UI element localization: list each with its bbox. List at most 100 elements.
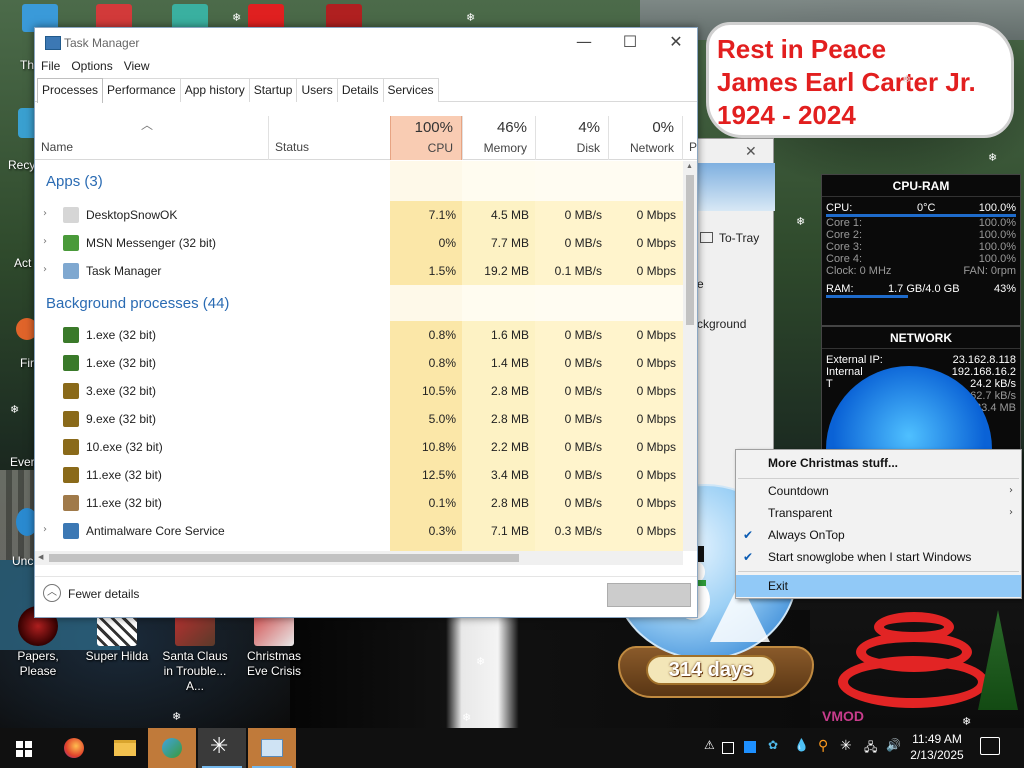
tray-drop-icon[interactable]: 💧	[794, 738, 809, 752]
desktop-edge-label[interactable]: Th	[20, 58, 34, 72]
task-manager-window[interactable]: Task Manager — ☐ ✕ File Options View Pro…	[34, 27, 698, 618]
column-power[interactable]: P	[682, 116, 697, 160]
taskbar-file-explorer[interactable]	[100, 728, 148, 768]
column-disk[interactable]: 4% Disk	[535, 116, 608, 160]
scroll-thumb[interactable]	[49, 554, 519, 562]
menu-item-exit[interactable]: Exit	[736, 575, 1021, 597]
fewer-details-link[interactable]: Fewer details	[68, 587, 139, 601]
column-cpu[interactable]: 100% CPU	[390, 116, 462, 160]
menu-view[interactable]: View	[124, 58, 157, 78]
tray-volume-icon[interactable]: 🔊	[886, 738, 901, 752]
close-button[interactable]: ✕	[653, 28, 699, 58]
maximize-button[interactable]: ☐	[607, 28, 653, 58]
desktop-edge-label[interactable]: Unc	[12, 554, 33, 568]
scroll-up-icon[interactable]: ▲	[686, 163, 693, 170]
tab-startup[interactable]: Startup	[248, 78, 298, 102]
process-row[interactable]: 11.exe (32 bit) 12.5% 3.4 MB 0 MB/s 0 Mbps	[35, 461, 683, 489]
cpu-ram-widget[interactable]: CPU-RAM CPU: 0°C 100.0% Core 1: 100.0% Core…	[821, 174, 1021, 326]
menu-item-countdown[interactable]: Countdown ›	[736, 480, 1021, 502]
process-memory: 19.2 MB	[484, 264, 529, 278]
process-row[interactable]: › Antimalware Core Service 0.3% 7.1 MB 0.3 M…	[35, 517, 683, 545]
process-row[interactable]: 3.exe (32 bit) 10.5% 2.8 MB 0 MB/s 0 Mbps	[35, 377, 683, 405]
chevron-up-icon[interactable]: ︿	[43, 584, 61, 602]
tray-window-icon[interactable]	[722, 742, 734, 754]
menu-item-label: Exit	[768, 579, 789, 593]
menu-item-transparent[interactable]: Transparent ›	[736, 502, 1021, 524]
tab-users[interactable]: Users	[296, 78, 338, 102]
tab-details[interactable]: Details	[336, 78, 384, 102]
process-row[interactable]: 1.exe (32 bit) 0.8% 1.4 MB 0 MB/s 0 Mbps	[35, 349, 683, 377]
chevron-right-icon[interactable]: ›	[43, 208, 47, 219]
process-row[interactable]: 9.exe (32 bit) 5.0% 2.8 MB 0 MB/s 0 Mbps	[35, 405, 683, 433]
tray-msn-icon[interactable]: ✿	[768, 738, 778, 752]
process-icon	[63, 235, 79, 251]
title-bar[interactable]: Task Manager — ☐ ✕	[35, 28, 697, 58]
window-title: Task Manager	[64, 36, 140, 50]
process-name: 9.exe (32 bit)	[86, 412, 157, 426]
process-cpu: 10.5%	[421, 384, 456, 398]
background-window[interactable]: ✕ To-Tray e ckground	[696, 138, 775, 498]
scroll-left-icon[interactable]: ◀	[38, 553, 43, 561]
process-name: 3.exe (32 bit)	[86, 384, 157, 398]
process-cpu: 7.1%	[428, 208, 456, 222]
group-apps[interactable]: Apps (3)	[46, 173, 103, 190]
process-row[interactable]: 10.exe (32 bit) 10.8% 2.2 MB 0 MB/s 0 Mbps	[35, 433, 683, 461]
core-value: 100.0%	[978, 229, 1016, 241]
to-tray-checkbox[interactable]: To-Tray	[700, 231, 759, 245]
task-manager-icon	[45, 36, 61, 50]
desktop-edge-label[interactable]: Fir	[20, 356, 34, 370]
process-network: 0 Mbps	[636, 264, 676, 278]
tab-app-history[interactable]: App history	[179, 78, 250, 102]
start-button[interactable]	[0, 728, 48, 768]
tray-snowflake-icon[interactable]: ✳	[840, 738, 852, 754]
process-row[interactable]: 1.exe (32 bit) 0.8% 1.6 MB 0 MB/s 0 Mbps	[35, 321, 683, 349]
menu-file[interactable]: File	[41, 58, 67, 78]
menu-separator	[738, 478, 1019, 479]
end-task-button[interactable]	[607, 583, 691, 607]
window-text: e	[697, 277, 704, 291]
tray-network-icon[interactable]: 🖧	[864, 738, 877, 759]
desktop-edge-label[interactable]: Recy	[8, 158, 35, 172]
process-row[interactable]: › MSN Messenger (32 bit) 0% 7.7 MB 0 MB/s 0 M…	[35, 229, 683, 257]
chevron-right-icon[interactable]: ›	[43, 264, 47, 275]
taskbar-msn-messenger[interactable]	[148, 728, 196, 768]
vertical-scrollbar[interactable]: ▲	[683, 161, 697, 551]
taskbar-task-manager[interactable]	[248, 728, 296, 768]
process-cpu: 0.8%	[428, 356, 456, 370]
notification-icon[interactable]	[980, 737, 1000, 755]
process-memory: 2.8 MB	[490, 384, 529, 398]
minimize-button[interactable]: —	[561, 28, 607, 58]
column-status-cell[interactable]: Status	[268, 116, 390, 160]
tab-processes[interactable]: Processes	[37, 78, 104, 103]
process-row[interactable]: › Task Manager 1.5% 19.2 MB 0.1 MB/s 0 Mbps	[35, 257, 683, 285]
menu-item-more-christmas[interactable]: More Christmas stuff...	[736, 452, 1021, 474]
tray-alert-icon[interactable]: ⚠	[704, 738, 715, 752]
checkmark-icon: ✔	[743, 550, 754, 564]
taskbar-firefox[interactable]	[50, 728, 98, 768]
taskbar-desktopsnowok[interactable]: ✳	[198, 728, 246, 768]
column-name[interactable]: Name	[41, 140, 73, 154]
menu-item-start-with-windows[interactable]: ✔ Start snowglobe when I start Windows	[736, 546, 1021, 568]
group-background[interactable]: Background processes (44)	[46, 295, 229, 312]
tray-blue-icon[interactable]	[744, 741, 756, 753]
menu-item-label: More Christmas stuff...	[768, 456, 899, 470]
process-row[interactable]: › DesktopSnowOK 7.1% 4.5 MB 0 MB/s 0 Mbps	[35, 201, 683, 229]
desktop-edge-label[interactable]: Act	[14, 256, 31, 270]
menu-options[interactable]: Options	[71, 58, 119, 78]
desktop-edge-label[interactable]: Ever	[10, 455, 35, 469]
column-network[interactable]: 0% Network	[608, 116, 682, 160]
desktop-icon-santa-claus[interactable]: Santa Claus in Trouble... A...	[162, 606, 228, 694]
column-memory[interactable]: 46% Memory	[462, 116, 535, 160]
menu-item-always-ontop[interactable]: ✔ Always OnTop	[736, 524, 1021, 546]
scroll-thumb[interactable]	[686, 175, 694, 325]
horizontal-scrollbar[interactable]: ◀	[35, 551, 683, 565]
process-row[interactable]: 11.exe (32 bit) 0.1% 2.8 MB 0 MB/s 0 Mbps	[35, 489, 683, 517]
tray-search-icon[interactable]: ⚲	[818, 738, 828, 754]
chevron-right-icon[interactable]: ›	[43, 524, 47, 535]
tab-services[interactable]: Services	[382, 78, 439, 102]
close-icon[interactable]: ✕	[745, 143, 757, 160]
chevron-right-icon[interactable]: ›	[43, 236, 47, 247]
network-rate: 24.2 kB/s	[970, 378, 1016, 390]
taskbar-clock[interactable]: 11:49 AM 2/13/2025	[906, 731, 968, 763]
tab-performance[interactable]: Performance	[102, 78, 181, 102]
